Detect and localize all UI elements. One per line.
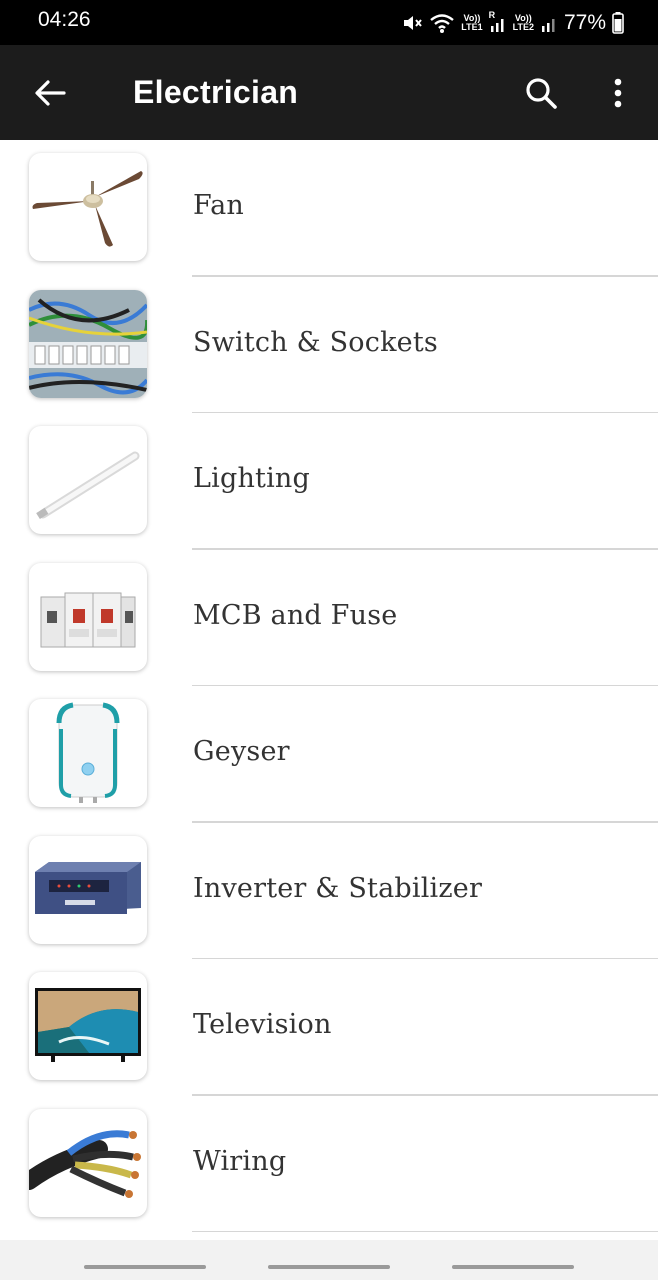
wifi-icon bbox=[430, 14, 455, 33]
navigation-bar bbox=[0, 1240, 658, 1280]
sim1-signal: R bbox=[488, 10, 507, 33]
arrow-back-icon bbox=[35, 80, 66, 106]
more-vert-icon bbox=[614, 78, 622, 108]
page-title: Electrician bbox=[133, 74, 299, 110]
fan-image bbox=[29, 153, 147, 261]
category-label: Geyser bbox=[193, 736, 290, 767]
back-handle[interactable] bbox=[452, 1265, 574, 1269]
inverter-image bbox=[29, 835, 147, 944]
geyser-image bbox=[29, 699, 147, 807]
category-item-geyser[interactable]: Geyser bbox=[0, 686, 658, 823]
category-item-switch-sockets[interactable]: Switch & Sockets bbox=[0, 277, 658, 413]
category-item-television[interactable]: Television bbox=[0, 959, 658, 1096]
mcb-image bbox=[29, 562, 147, 671]
battery-icon bbox=[612, 12, 624, 34]
wiring-image bbox=[29, 1108, 147, 1217]
search-icon bbox=[526, 78, 557, 109]
status-time: 04:26 bbox=[38, 8, 91, 31]
category-item-mcb-fuse[interactable]: MCB and Fuse bbox=[0, 550, 658, 686]
roaming-indicator: R bbox=[488, 10, 496, 20]
battery-percent: 77% bbox=[563, 11, 606, 34]
recents-handle[interactable] bbox=[84, 1265, 206, 1269]
category-label: Inverter & Stabilizer bbox=[193, 872, 483, 904]
category-item-inverter-stabilizer[interactable]: Inverter & Stabilizer bbox=[0, 823, 658, 959]
category-label: Fan bbox=[193, 190, 244, 221]
category-item-lighting[interactable]: Lighting bbox=[0, 413, 658, 550]
status-bar: 04:26 Vo)) LTE1 R Vo)) LTE2 77% bbox=[0, 0, 658, 45]
television-image bbox=[29, 972, 147, 1080]
category-label: Television bbox=[193, 1009, 332, 1040]
app-bar: Electrician bbox=[0, 45, 658, 140]
search-button[interactable] bbox=[515, 69, 567, 117]
category-label: Lighting bbox=[193, 463, 310, 494]
status-icons: Vo)) LTE1 R Vo)) LTE2 77% bbox=[401, 8, 624, 38]
tube-light-image bbox=[29, 426, 147, 534]
home-handle[interactable] bbox=[268, 1265, 390, 1269]
category-label: MCB and Fuse bbox=[193, 599, 398, 631]
signal-icon bbox=[541, 19, 555, 32]
divider bbox=[192, 1230, 658, 1232]
category-label: Switch & Sockets bbox=[193, 326, 438, 358]
sim2-network: Vo)) LTE2 bbox=[512, 13, 534, 32]
category-item-fan[interactable]: Fan bbox=[0, 140, 658, 277]
back-button[interactable] bbox=[24, 69, 76, 117]
sim1-network: Vo)) LTE1 bbox=[461, 13, 483, 32]
switchboard-image bbox=[29, 289, 147, 398]
category-item-wiring[interactable]: Wiring bbox=[0, 1096, 658, 1232]
mute-icon bbox=[404, 16, 423, 30]
category-label: Wiring bbox=[193, 1145, 287, 1177]
category-list: Fan Switch & Sockets Lighting MCB and Fu… bbox=[0, 140, 658, 1232]
more-options-button[interactable] bbox=[598, 69, 638, 117]
